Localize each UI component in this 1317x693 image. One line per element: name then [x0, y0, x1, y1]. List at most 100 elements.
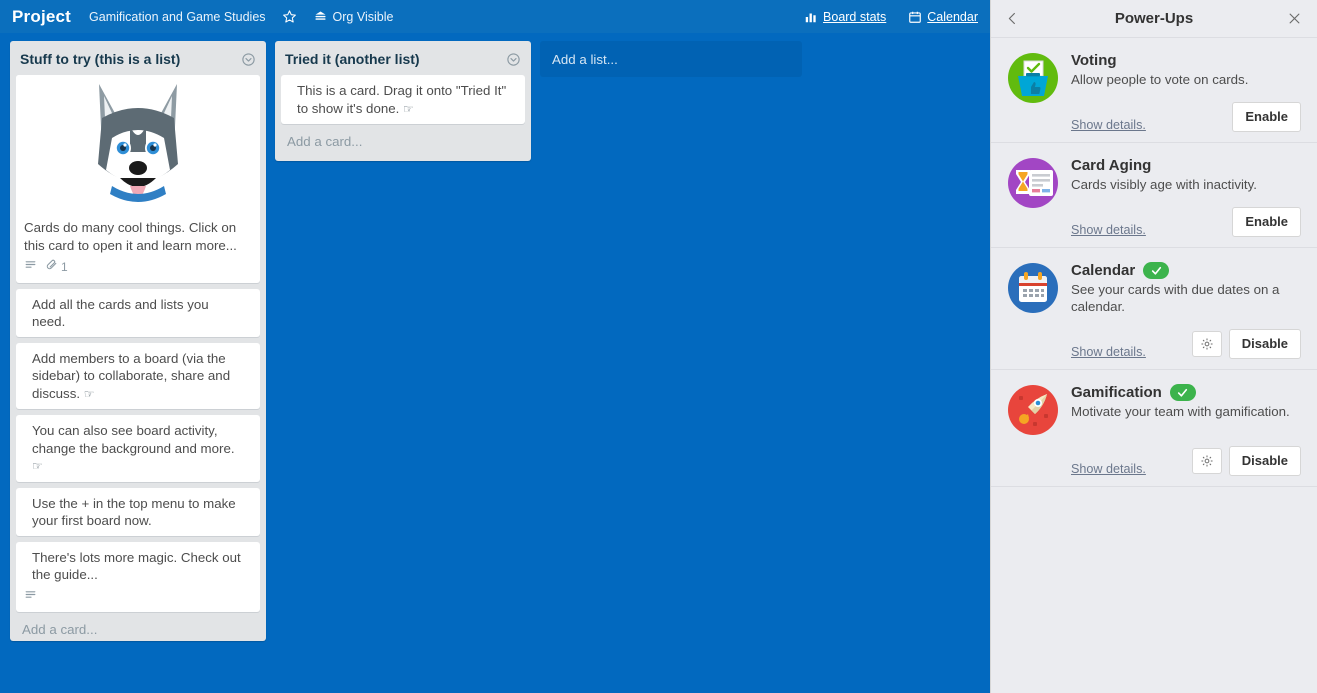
enable-button[interactable]: Enable — [1232, 102, 1301, 132]
powerup-name-row: Gamification — [1071, 384, 1301, 401]
powerup-actions: Disable — [1191, 329, 1301, 359]
disable-button[interactable]: Disable — [1228, 446, 1301, 476]
card-text: You can also see board activity, change … — [32, 423, 235, 473]
board-region: Project Gamification and Game Studies Or… — [0, 0, 990, 693]
powerup-item-gamification: Gamification Motivate your team with gam… — [991, 370, 1317, 487]
powerups-header: Power-Ups — [991, 0, 1317, 38]
star-button[interactable] — [282, 9, 297, 24]
board-name[interactable]: Gamification and Game Studies — [89, 10, 265, 24]
list-menu-icon[interactable] — [506, 52, 521, 67]
powerup-name: Card Aging — [1071, 157, 1152, 174]
gear-icon — [1201, 338, 1213, 350]
powerup-footer: Show details. Enable — [1071, 207, 1301, 237]
board-stats-button[interactable]: Board stats — [804, 10, 886, 24]
card[interactable]: Use the + in the top menu to make your f… — [16, 487, 260, 536]
board-stats-label: Board stats — [823, 9, 887, 24]
powerups-panel: Power-Ups Voting Allow people to vote on… — [990, 0, 1317, 693]
calendar-powerup-icon — [1007, 262, 1059, 359]
powerup-body: Calendar See your cards with due dates o… — [1071, 262, 1301, 359]
enabled-check-badge — [1143, 262, 1170, 279]
card-text: Cards do many cool things. Click on this… — [24, 220, 237, 253]
gamification-powerup-icon — [1007, 384, 1059, 476]
powerup-name-row: Card Aging — [1071, 157, 1301, 174]
enabled-check-badge — [1169, 384, 1196, 401]
disable-button[interactable]: Disable — [1228, 329, 1301, 359]
chevron-left-icon[interactable] — [1005, 11, 1021, 26]
add-card-button[interactable]: Add a card... — [10, 612, 266, 649]
add-card-button[interactable]: Add a card... — [275, 124, 531, 161]
list-header: Stuff to try (this is a list) — [10, 41, 266, 75]
list-header: Tried it (another list) — [275, 41, 531, 75]
description-badge — [24, 258, 37, 277]
card-badges — [24, 588, 252, 607]
pointing-hand-icon: ☞ — [83, 386, 95, 401]
calendar-label: Calendar — [927, 9, 978, 24]
powerup-body: Gamification Motivate your team with gam… — [1071, 384, 1301, 476]
show-details-link[interactable]: Show details. — [1071, 118, 1146, 132]
visibility-button[interactable]: Org Visible — [313, 9, 394, 24]
powerup-footer: Show details. Disable — [1071, 329, 1301, 359]
star-icon — [282, 9, 297, 24]
card-text: Add members to a board (via the sidebar)… — [32, 350, 231, 401]
description-icon — [24, 588, 37, 607]
powerup-name-row: Voting — [1071, 52, 1301, 69]
powerup-item-calendar: Calendar See your cards with due dates o… — [991, 248, 1317, 370]
card-text: This is a card. Drag it onto "Tried It" … — [297, 83, 507, 116]
attachment-badge: 1 — [45, 258, 68, 277]
powerup-name-row: Calendar — [1071, 262, 1301, 279]
visibility-label: Org Visible — [332, 9, 394, 24]
card-cover — [16, 75, 260, 213]
powerup-actions: Disable — [1191, 446, 1301, 476]
powerup-description: Allow people to vote on cards. — [1071, 72, 1249, 87]
card[interactable]: This is a card. Drag it onto "Tried It" … — [281, 75, 525, 124]
list-title[interactable]: Tried it (another list) — [285, 51, 506, 67]
list-cards: Cards do many cool things. Click on this… — [10, 75, 266, 612]
show-details-link[interactable]: Show details. — [1071, 345, 1146, 359]
powerups-list: Voting Allow people to vote on cards. Sh… — [991, 38, 1317, 693]
powerup-name: Gamification — [1071, 384, 1162, 401]
calendar-icon — [908, 10, 922, 24]
gear-icon — [1201, 455, 1213, 467]
card[interactable]: There's lots more magic. Check out the g… — [16, 541, 260, 612]
powerup-description: Cards visibly age with inactivity. — [1071, 177, 1257, 192]
list-title[interactable]: Stuff to try (this is a list) — [20, 51, 241, 67]
voting-powerup-icon — [1007, 52, 1059, 132]
husky-dog-image — [82, 78, 194, 210]
powerup-footer: Show details. Disable — [1071, 446, 1301, 476]
list-stuff-to-try: Stuff to try (this is a list) Cards do m… — [10, 41, 266, 641]
card[interactable]: You can also see board activity, change … — [16, 415, 260, 482]
card[interactable]: Add all the cards and lists you need. — [16, 288, 260, 337]
board-header: Project Gamification and Game Studies Or… — [0, 0, 990, 33]
attachment-count: 1 — [61, 259, 68, 274]
pointing-hand-icon: ☞ — [32, 459, 43, 473]
bar-chart-icon — [804, 10, 818, 24]
card-with-cover[interactable]: Cards do many cool things. Click on this… — [16, 75, 260, 283]
org-visible-icon — [313, 9, 328, 24]
powerup-description: See your cards with due dates on a calen… — [1071, 282, 1280, 314]
list-tried-it: Tried it (another list) This is a card. … — [275, 41, 531, 161]
close-icon[interactable] — [1287, 11, 1303, 26]
calendar-button[interactable]: Calendar — [908, 10, 978, 24]
settings-gear-button[interactable] — [1191, 448, 1222, 474]
show-details-link[interactable]: Show details. — [1071, 462, 1146, 476]
card-aging-powerup-icon — [1007, 157, 1059, 237]
card[interactable]: Add members to a board (via the sidebar)… — [16, 342, 260, 409]
board-title: Project — [12, 6, 72, 26]
show-details-link[interactable]: Show details. — [1071, 223, 1146, 237]
powerup-body: Voting Allow people to vote on cards. Sh… — [1071, 52, 1301, 132]
powerup-actions: Enable — [1232, 102, 1301, 132]
add-list-button[interactable]: Add a list... — [540, 41, 802, 77]
powerup-footer: Show details. Enable — [1071, 102, 1301, 132]
card-badges: 1 — [16, 258, 260, 277]
list-menu-icon[interactable] — [241, 52, 256, 67]
enable-button[interactable]: Enable — [1232, 207, 1301, 237]
card-text: Use the + in the top menu to make your f… — [32, 495, 236, 529]
app-root: Project Gamification and Game Studies Or… — [0, 0, 1317, 693]
powerup-item-voting: Voting Allow people to vote on cards. Sh… — [991, 38, 1317, 143]
powerup-description: Motivate your team with gamification. — [1071, 404, 1290, 419]
board-canvas: Stuff to try (this is a list) Cards do m… — [0, 33, 990, 693]
powerups-title: Power-Ups — [1114, 10, 1194, 27]
powerup-actions: Enable — [1232, 207, 1301, 237]
description-badge — [24, 588, 37, 607]
settings-gear-button[interactable] — [1191, 331, 1222, 357]
